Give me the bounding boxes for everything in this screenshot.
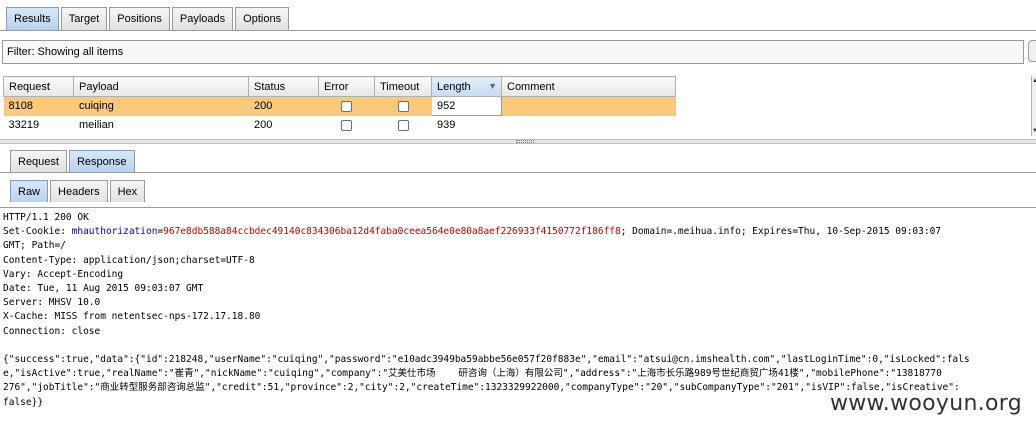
filter-label: Filter: Showing all items: [7, 46, 124, 58]
body-line: {"success":true,"data":{"id":218248,"use…: [3, 354, 970, 366]
view-tab-bar: Raw Headers Hex: [10, 180, 147, 202]
table-row[interactable]: 8108 cuiqing 200 952: [3, 96, 676, 116]
cell-request: 33219: [8, 119, 40, 131]
cell-length: 952: [431, 96, 502, 116]
tab-results[interactable]: Results: [6, 7, 59, 30]
filter-side-button[interactable]: [1028, 40, 1036, 62]
tab-request[interactable]: Request: [10, 150, 67, 172]
results-table: Request Payload Status Error Timeout Len…: [3, 76, 676, 135]
set-cookie-line: Set-Cookie: mhauthorization=967e8db588a8…: [3, 226, 942, 238]
cell-payload: meilian: [79, 119, 114, 131]
col-header-comment[interactable]: Comment: [501, 76, 676, 97]
tab-hex[interactable]: Hex: [109, 180, 146, 202]
scroll-up-icon[interactable]: ▲: [1032, 78, 1036, 84]
tab-options[interactable]: Options: [235, 7, 290, 30]
error-checkbox[interactable]: [341, 100, 352, 112]
sort-down-icon: ▼: [488, 81, 497, 91]
tab-headers[interactable]: Headers: [50, 180, 108, 202]
tab-raw[interactable]: Raw: [10, 180, 49, 202]
col-header-status[interactable]: Status: [248, 76, 319, 97]
status-line: HTTP/1.1 200 OK: [3, 212, 89, 223]
header-line: Vary: Accept-Encoding: [3, 268, 124, 280]
timeout-checkbox[interactable]: [397, 119, 409, 131]
set-cookie-cont: GMT; Path=/: [3, 240, 66, 252]
results-header-row: Request Payload Status Error Timeout Len…: [3, 76, 676, 97]
cell-comment: [502, 116, 676, 135]
cell-error: [319, 116, 375, 135]
col-header-payload[interactable]: Payload: [73, 76, 249, 97]
filter-bar[interactable]: Filter: Showing all items: [2, 40, 1024, 64]
splitter-grip-icon[interactable]: [516, 140, 534, 143]
cell-status: 200: [254, 119, 273, 131]
cell-payload: cuiqing: [73, 96, 249, 116]
table-row[interactable]: 33219 meilian 200 939: [4, 116, 676, 135]
tab-target[interactable]: Target: [60, 7, 108, 30]
cookie-name: mhauthorization: [71, 226, 158, 238]
header-line: X-Cache: MISS from netentsec-nps-172.17.…: [3, 311, 261, 323]
tab-payloads[interactable]: Payloads: [171, 7, 234, 30]
tab-response[interactable]: Response: [68, 150, 135, 172]
cell-timeout: [374, 96, 432, 116]
header-line: Connection: close: [3, 325, 101, 337]
tab-divider: [0, 30, 1036, 31]
cell-request: 8108: [3, 96, 74, 116]
error-checkbox[interactable]: [341, 119, 352, 131]
tab-divider: [0, 172, 1036, 173]
scroll-down-icon[interactable]: ▼: [1032, 128, 1036, 134]
cell-timeout: [375, 116, 432, 135]
header-line: Server: MHSV 10.0: [3, 297, 101, 309]
cell-comment: [501, 96, 676, 116]
col-header-length[interactable]: Length ▼: [431, 76, 502, 97]
message-tab-bar: Request Response: [10, 150, 137, 172]
body-line: e,"isActive":true,"realName":"崔青","nickN…: [3, 368, 942, 380]
timeout-checkbox[interactable]: [397, 100, 409, 112]
col-header-length-label: Length: [437, 80, 471, 93]
watermark: www.wooyun.org: [825, 391, 1026, 416]
header-line: Content-Type: application/json;charset=U…: [3, 254, 255, 266]
top-tab-bar: Results Target Positions Payloads Option…: [6, 7, 291, 30]
col-header-error[interactable]: Error: [318, 76, 375, 97]
pane-splitter[interactable]: [0, 139, 1036, 144]
cell-error: [318, 96, 375, 116]
cell-status: 200: [248, 96, 319, 116]
tab-positions[interactable]: Positions: [109, 7, 170, 30]
cookie-value: 967e8db588a84ccbdec49140c834306ba12d4fab…: [163, 226, 621, 238]
cell-length: 939: [437, 119, 456, 132]
col-header-timeout[interactable]: Timeout: [374, 76, 432, 97]
results-scrollbar[interactable]: ▲ ▼: [1031, 76, 1036, 136]
col-header-request[interactable]: Request: [3, 76, 74, 97]
header-line: Date: Tue, 11 Aug 2015 09:03:07 GMT: [3, 283, 204, 295]
